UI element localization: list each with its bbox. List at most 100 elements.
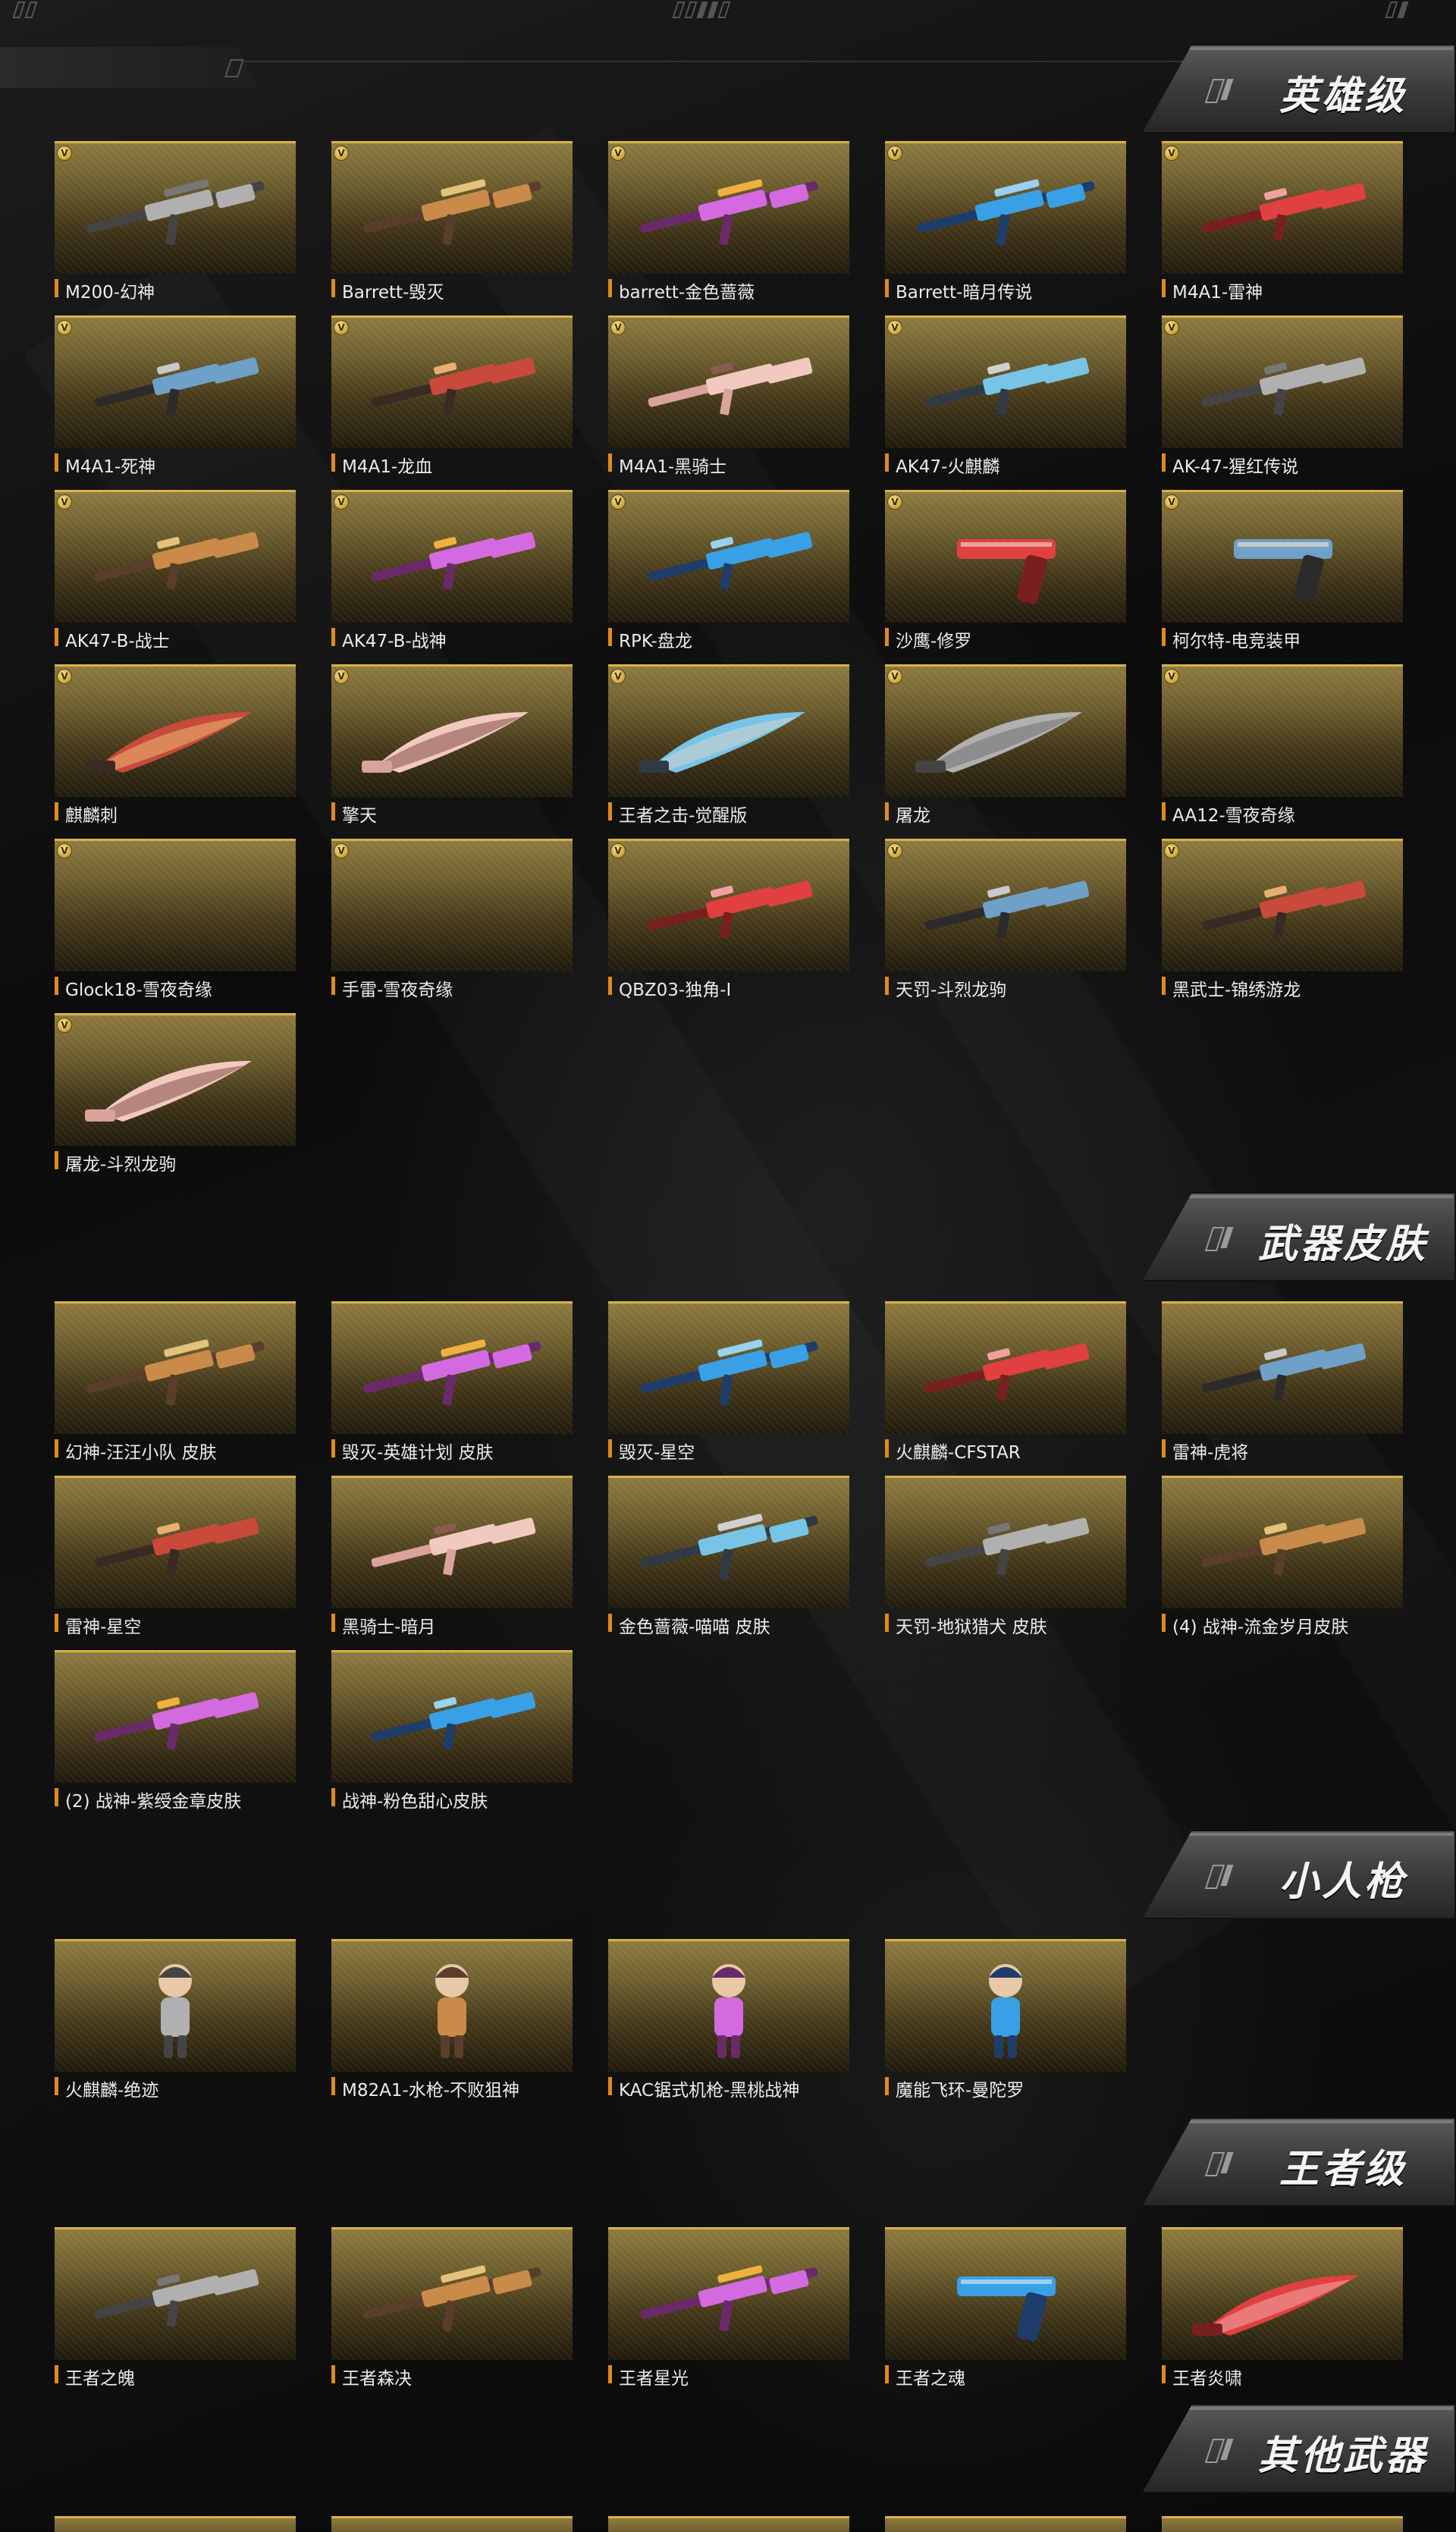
weapon-thumbnail[interactable]: V — [55, 1013, 296, 1146]
weapon-thumbnail[interactable]: V — [55, 490, 296, 623]
weapon-card[interactable]: 毁灭-英雄计划 皮肤 — [331, 1301, 573, 1476]
weapon-card[interactable]: Vbarrett-金色蔷薇 — [608, 141, 849, 315]
weapon-card[interactable]: V M4A1-雷神 — [1162, 141, 1403, 315]
weapon-card[interactable]: V 柯尔特-电竞装甲 — [1162, 490, 1403, 664]
weapon-thumbnail[interactable] — [55, 2227, 296, 2360]
weapon-thumbnail[interactable] — [608, 1476, 849, 1608]
weapon-thumbnail[interactable]: V — [1162, 141, 1403, 274]
weapon-card[interactable]: 幻神-汪汪小队 皮肤 — [55, 1301, 296, 1476]
weapon-thumbnail[interactable] — [331, 1301, 573, 1434]
weapon-thumbnail[interactable]: V — [608, 839, 849, 971]
weapon-thumbnail[interactable] — [55, 1650, 296, 1783]
weapon-card[interactable]: 火麒麟-CFSTAR — [885, 1301, 1126, 1476]
weapon-thumbnail[interactable]: V — [885, 664, 1126, 797]
weapon-card[interactable]: V 王者之击-觉醒版 — [608, 664, 849, 839]
weapon-thumbnail[interactable] — [1162, 2227, 1403, 2360]
weapon-card[interactable]: 王者炎啸 — [1162, 2227, 1403, 2402]
weapon-card[interactable]: 王者星光 — [608, 2227, 849, 2402]
weapon-thumbnail[interactable]: V — [885, 315, 1126, 448]
weapon-thumbnail[interactable]: V — [885, 839, 1126, 971]
weapon-thumbnail[interactable]: V — [331, 490, 573, 623]
weapon-card[interactable]: 火麒麟-绝迹 — [55, 1939, 296, 2113]
weapon-thumbnail[interactable]: V — [331, 664, 573, 797]
weapon-card[interactable]: V 屠龙-斗烈龙驹 — [55, 1013, 296, 1188]
weapon-card[interactable]: 雷神-虎将 — [1162, 1301, 1403, 1476]
weapon-card[interactable]: (4) 战神-流金岁月皮肤 — [1162, 1476, 1403, 1650]
weapon-card[interactable]: V 屠龙 — [885, 664, 1126, 839]
weapon-thumbnail[interactable] — [608, 1939, 849, 2072]
weapon-card[interactable]: V 手雷-雪夜奇缘 — [331, 839, 573, 1013]
weapon-thumbnail[interactable]: V — [608, 490, 849, 623]
weapon-card[interactable]: V M4A1-龙血 — [331, 315, 573, 490]
weapon-card[interactable]: 魔能飞环-曼陀罗 — [885, 1939, 1126, 2113]
weapon-image — [371, 1517, 536, 1576]
weapon-image — [917, 179, 1095, 246]
weapon-card[interactable]: V RPK-盘龙 — [608, 490, 849, 664]
weapon-thumbnail[interactable]: V — [55, 141, 296, 274]
weapon-thumbnail[interactable]: V — [55, 839, 296, 971]
weapon-thumbnail[interactable] — [55, 1939, 296, 2072]
weapon-card[interactable]: M82A1-水枪-不败狙神 — [331, 1939, 573, 2113]
weapon-card[interactable]: V Barrett-暗月传说 — [885, 141, 1126, 315]
weapon-thumbnail[interactable]: V — [331, 315, 573, 448]
weapon-thumbnail[interactable] — [55, 1476, 296, 1608]
weapon-thumbnail[interactable] — [55, 1301, 296, 1434]
weapon-thumbnail[interactable]: V — [1162, 315, 1403, 448]
weapon-thumbnail[interactable] — [331, 1476, 573, 1608]
weapon-card[interactable]: 雷神-星空 — [55, 1476, 296, 1650]
weapon-card[interactable]: V 沙鹰-修罗 — [885, 490, 1126, 664]
weapon-thumbnail[interactable] — [1162, 1476, 1403, 1608]
weapon-card[interactable]: V Barrett-毁灭 — [331, 141, 573, 315]
weapon-thumbnail[interactable] — [885, 1301, 1126, 1434]
weapon-thumbnail[interactable]: V — [1162, 490, 1403, 623]
weapon-card[interactable]: V 麒麟刺 — [55, 664, 296, 839]
rank-badge-icon: V — [610, 146, 626, 161]
weapon-card[interactable]: V Glock18-雪夜奇缘 — [55, 839, 296, 1013]
weapon-card[interactable]: 王者之魄 — [55, 2227, 296, 2402]
weapon-card[interactable]: KAC锯式机枪-黑桃战神 — [608, 1939, 849, 2113]
weapon-card[interactable]: 黑骑士-暗月 — [331, 1476, 573, 1650]
weapon-thumbnail[interactable] — [608, 2227, 849, 2360]
weapon-thumbnail[interactable] — [885, 1476, 1126, 1608]
weapon-thumbnail[interactable] — [608, 1301, 849, 1434]
weapon-thumbnail[interactable] — [331, 1650, 573, 1783]
weapon-card[interactable]: V AK47-B-战士 — [55, 490, 296, 664]
weapon-thumbnail[interactable]: V — [1162, 839, 1403, 971]
weapon-thumbnail[interactable] — [331, 1939, 573, 2072]
weapon-thumbnail[interactable]: V — [608, 664, 849, 797]
weapon-card[interactable]: V 擎天 — [331, 664, 573, 839]
weapon-card[interactable]: V AA12-雪夜奇缘 — [1162, 664, 1403, 839]
weapon-card[interactable]: 天罚-地狱猎犬 皮肤 — [885, 1476, 1126, 1650]
weapon-thumbnail[interactable]: V — [885, 490, 1126, 623]
assault-rifle-icon — [94, 357, 259, 416]
weapon-card[interactable]: V 天罚-斗烈龙驹 — [885, 839, 1126, 1013]
weapon-thumbnail[interactable] — [885, 2227, 1126, 2360]
assault-rifle-icon — [1201, 1517, 1367, 1576]
weapon-card[interactable]: 王者森决 — [331, 2227, 573, 2402]
weapon-thumbnail[interactable]: V — [331, 141, 573, 274]
weapon-thumbnail[interactable]: V — [885, 141, 1126, 274]
weapon-thumbnail[interactable] — [885, 1939, 1126, 2072]
weapon-card[interactable]: V AK-47-猩红传说 — [1162, 315, 1403, 490]
weapon-card[interactable]: V AK47-B-战神 — [331, 490, 573, 664]
weapon-card[interactable]: V AK47-火麒麟 — [885, 315, 1126, 490]
weapon-thumbnail[interactable] — [1162, 1301, 1403, 1434]
weapon-card[interactable]: V M4A1-黑骑士 — [608, 315, 849, 490]
weapon-thumbnail[interactable]: V — [1162, 664, 1403, 797]
weapon-thumbnail[interactable]: V — [608, 141, 849, 274]
weapon-card[interactable]: 毁灭-星空 — [608, 1301, 849, 1476]
weapon-card[interactable]: V M4A1-死神 — [55, 315, 296, 490]
weapon-card[interactable]: V 黑武士-锦绣游龙 — [1162, 839, 1403, 1013]
weapon-thumbnail[interactable] — [331, 2227, 573, 2360]
weapon-card[interactable]: (2) 战神-紫绶金章皮肤 — [55, 1650, 296, 1824]
weapon-thumbnail[interactable]: V — [608, 315, 849, 448]
weapon-card[interactable]: 金色蔷薇-喵喵 皮肤 — [608, 1476, 849, 1650]
weapon-thumbnail[interactable]: V — [331, 839, 573, 971]
assault-rifle-icon — [648, 357, 813, 416]
weapon-thumbnail[interactable]: V — [55, 664, 296, 797]
weapon-thumbnail[interactable]: V — [55, 315, 296, 448]
weapon-card[interactable]: 王者之魂 — [885, 2227, 1126, 2402]
weapon-card[interactable]: V M200-幻神 — [55, 141, 296, 315]
weapon-card[interactable]: V QBZ03-独角-I — [608, 839, 849, 1013]
weapon-card[interactable]: 战神-粉色甜心皮肤 — [331, 1650, 573, 1824]
